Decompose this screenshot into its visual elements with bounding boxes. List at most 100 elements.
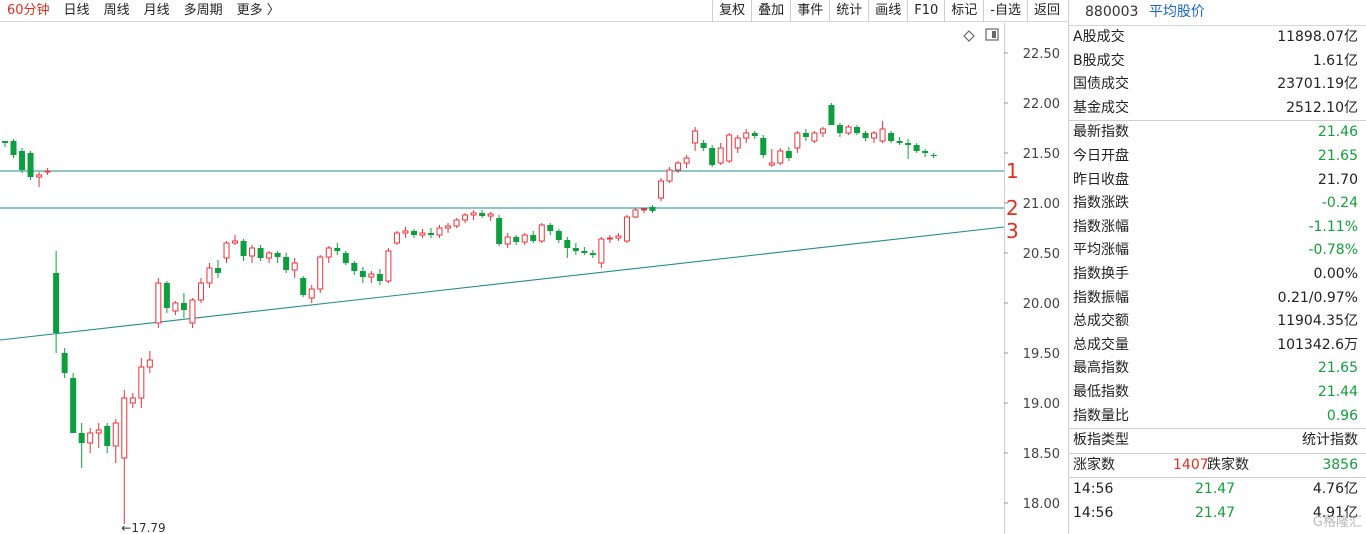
candlestick[interactable] bbox=[317, 255, 324, 293]
mark-button[interactable]: 标记 bbox=[944, 0, 983, 22]
candlestick[interactable] bbox=[112, 419, 119, 463]
candlestick[interactable] bbox=[598, 237, 605, 268]
candlestick[interactable] bbox=[78, 423, 85, 468]
candlestick[interactable] bbox=[709, 145, 716, 167]
candlestick[interactable] bbox=[530, 231, 537, 243]
candlestick[interactable] bbox=[564, 237, 571, 258]
candlestick[interactable] bbox=[751, 131, 758, 139]
candlestick[interactable] bbox=[777, 148, 784, 165]
candlestick[interactable] bbox=[905, 139, 912, 159]
candlestick[interactable] bbox=[44, 168, 51, 175]
candlestick[interactable] bbox=[36, 172, 43, 187]
candlestick[interactable] bbox=[589, 250, 596, 258]
candlestick[interactable] bbox=[223, 241, 230, 263]
candlestick[interactable] bbox=[794, 131, 801, 153]
candlestick[interactable] bbox=[538, 223, 545, 243]
candlestick[interactable] bbox=[854, 125, 860, 135]
tab-daily[interactable]: 日线 bbox=[57, 0, 97, 22]
candlestick[interactable] bbox=[419, 229, 426, 238]
candlestick[interactable] bbox=[845, 125, 852, 135]
candlestick[interactable] bbox=[606, 235, 613, 243]
candlestick[interactable] bbox=[19, 148, 26, 173]
candlestick[interactable] bbox=[760, 135, 767, 158]
candlestick[interactable] bbox=[342, 251, 349, 265]
candlestick[interactable] bbox=[445, 223, 452, 233]
candlestick[interactable] bbox=[146, 351, 153, 373]
diamond-icon[interactable] bbox=[963, 30, 975, 42]
candlestick[interactable] bbox=[658, 178, 665, 201]
candlestick[interactable] bbox=[359, 267, 366, 283]
candlestick[interactable] bbox=[121, 390, 128, 524]
index-name[interactable]: 平均股价 bbox=[1149, 4, 1205, 20]
candlestick[interactable] bbox=[811, 131, 818, 143]
candlestick[interactable] bbox=[581, 247, 588, 255]
candlestick[interactable] bbox=[385, 248, 392, 283]
candlestick[interactable] bbox=[862, 131, 869, 141]
candlestick[interactable] bbox=[368, 271, 375, 283]
candlestick[interactable] bbox=[879, 121, 886, 143]
tab-60min[interactable]: 60分钟 bbox=[0, 0, 57, 22]
overlay-button[interactable]: 叠加 bbox=[751, 0, 790, 22]
candlestick[interactable] bbox=[615, 233, 622, 241]
candlestick[interactable] bbox=[632, 208, 639, 218]
candlestick[interactable] bbox=[700, 140, 707, 151]
candlestick[interactable] bbox=[871, 131, 878, 143]
candlestick[interactable] bbox=[215, 260, 221, 278]
candlestick[interactable] bbox=[27, 151, 34, 180]
candlestick[interactable] bbox=[189, 298, 196, 328]
draw-line-button[interactable]: 画线 bbox=[868, 0, 907, 22]
candlestick[interactable] bbox=[930, 153, 937, 158]
candlestick[interactable] bbox=[726, 133, 733, 163]
candlestick[interactable] bbox=[308, 285, 315, 303]
candlestick[interactable] bbox=[61, 348, 68, 378]
candlestick[interactable] bbox=[206, 263, 213, 288]
candlestick[interactable] bbox=[555, 229, 562, 243]
candlestick[interactable] bbox=[129, 393, 136, 408]
candlestick[interactable] bbox=[785, 147, 792, 161]
candlestick[interactable] bbox=[649, 205, 656, 213]
candlestick[interactable] bbox=[70, 373, 77, 433]
candlestick[interactable] bbox=[487, 212, 494, 221]
candlestick[interactable] bbox=[274, 251, 281, 263]
candlestick[interactable] bbox=[470, 210, 477, 220]
candlestick[interactable] bbox=[325, 246, 332, 263]
f10-button[interactable]: F10 bbox=[907, 0, 944, 22]
candlestick[interactable] bbox=[2, 141, 8, 147]
candlestick[interactable] bbox=[172, 301, 179, 315]
candlestick[interactable] bbox=[547, 223, 554, 235]
candlestick[interactable] bbox=[922, 149, 929, 157]
candlestick[interactable] bbox=[623, 215, 630, 243]
candlestick[interactable] bbox=[240, 239, 247, 261]
candlestick[interactable] bbox=[257, 245, 264, 261]
candlestick[interactable] bbox=[180, 293, 187, 318]
statistics-button[interactable]: 统计 bbox=[829, 0, 868, 22]
candlestick[interactable] bbox=[351, 261, 358, 275]
panel-toggle-icon[interactable] bbox=[985, 28, 999, 41]
candlestick[interactable] bbox=[410, 229, 417, 238]
candlestick[interactable] bbox=[836, 123, 843, 137]
tab-more[interactable]: 更多 〉 bbox=[230, 0, 287, 22]
tab-multi-period[interactable]: 多周期 bbox=[177, 0, 230, 22]
candlestick[interactable] bbox=[393, 231, 400, 245]
candlestick[interactable] bbox=[819, 127, 826, 137]
candlestick[interactable] bbox=[666, 167, 673, 183]
candlestick[interactable] bbox=[300, 276, 307, 297]
candlestick[interactable] bbox=[641, 208, 647, 213]
candlestick[interactable] bbox=[496, 215, 503, 246]
candlestick[interactable] bbox=[913, 143, 920, 153]
restore-rights-button[interactable]: 复权 bbox=[712, 0, 751, 22]
candlestick[interactable] bbox=[683, 155, 690, 168]
candlestick[interactable] bbox=[768, 149, 775, 167]
candlestick[interactable] bbox=[87, 428, 94, 453]
candlestick[interactable] bbox=[888, 131, 895, 143]
chart-svg[interactable]: 22.50 22.00 21.50 21.00 20.50 20.00 19.50 19.00… bbox=[0, 23, 1068, 534]
candlestick[interactable] bbox=[283, 253, 290, 273]
candlestick[interactable] bbox=[513, 235, 520, 245]
back-button[interactable]: 返回 bbox=[1026, 0, 1066, 22]
candlestick[interactable] bbox=[334, 243, 341, 255]
candlestick[interactable] bbox=[232, 235, 239, 245]
candlestick[interactable] bbox=[138, 358, 145, 408]
tab-monthly[interactable]: 月线 bbox=[137, 0, 177, 22]
candlestick[interactable] bbox=[428, 228, 434, 238]
candlestick[interactable] bbox=[717, 143, 724, 165]
